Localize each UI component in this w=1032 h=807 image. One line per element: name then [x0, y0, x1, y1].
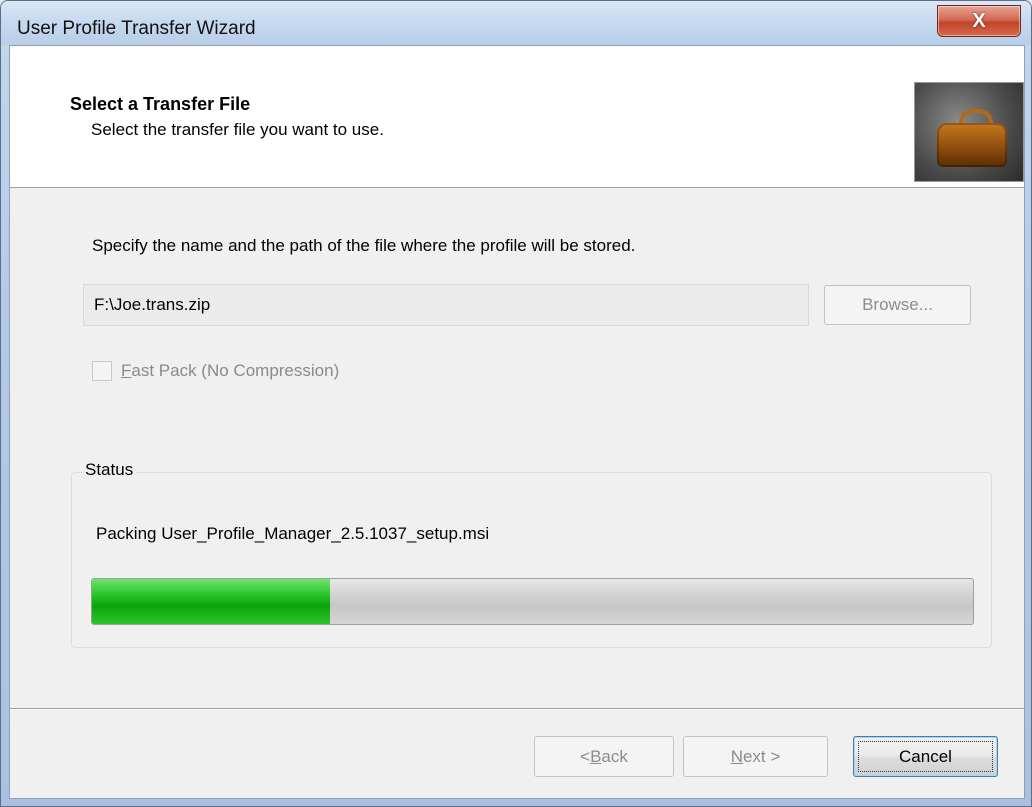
cancel-button[interactable]: Cancel	[853, 736, 998, 777]
progress-bar	[91, 578, 974, 625]
back-button[interactable]: < Back	[534, 736, 674, 777]
fast-pack-label: Fast Pack (No Compression)	[121, 361, 340, 380]
status-legend: Status	[82, 460, 137, 480]
footer-divider	[10, 708, 1024, 710]
window-title: User Profile Transfer Wizard	[17, 18, 256, 39]
file-path-field[interactable]	[83, 284, 809, 326]
page-title: Select a Transfer File	[70, 94, 251, 114]
progress-bar-fill	[92, 579, 330, 624]
status-message: Packing User_Profile_Manager_2.5.1037_se…	[96, 524, 490, 543]
browse-button[interactable]: Browse...	[824, 285, 971, 325]
wizard-header: Select a Transfer File Select the transf…	[10, 46, 1024, 188]
close-icon: X	[972, 9, 986, 32]
wizard-client-area: Select a Transfer File Select the transf…	[9, 45, 1025, 799]
page-subtitle: Select the transfer file you want to use…	[91, 120, 384, 139]
fast-pack-option[interactable]: Fast Pack (No Compression)	[92, 359, 339, 383]
next-button[interactable]: Next >	[683, 736, 828, 777]
close-button[interactable]: X	[937, 5, 1021, 37]
bag-body	[937, 123, 1007, 167]
luggage-bag-icon	[914, 82, 1024, 182]
title-bar[interactable]: User Profile Transfer Wizard X	[1, 1, 1031, 45]
fast-pack-checkbox[interactable]	[92, 361, 112, 381]
wizard-window: User Profile Transfer Wizard X Select a …	[0, 0, 1032, 807]
instructions-label: Specify the name and the path of the fil…	[92, 236, 636, 255]
